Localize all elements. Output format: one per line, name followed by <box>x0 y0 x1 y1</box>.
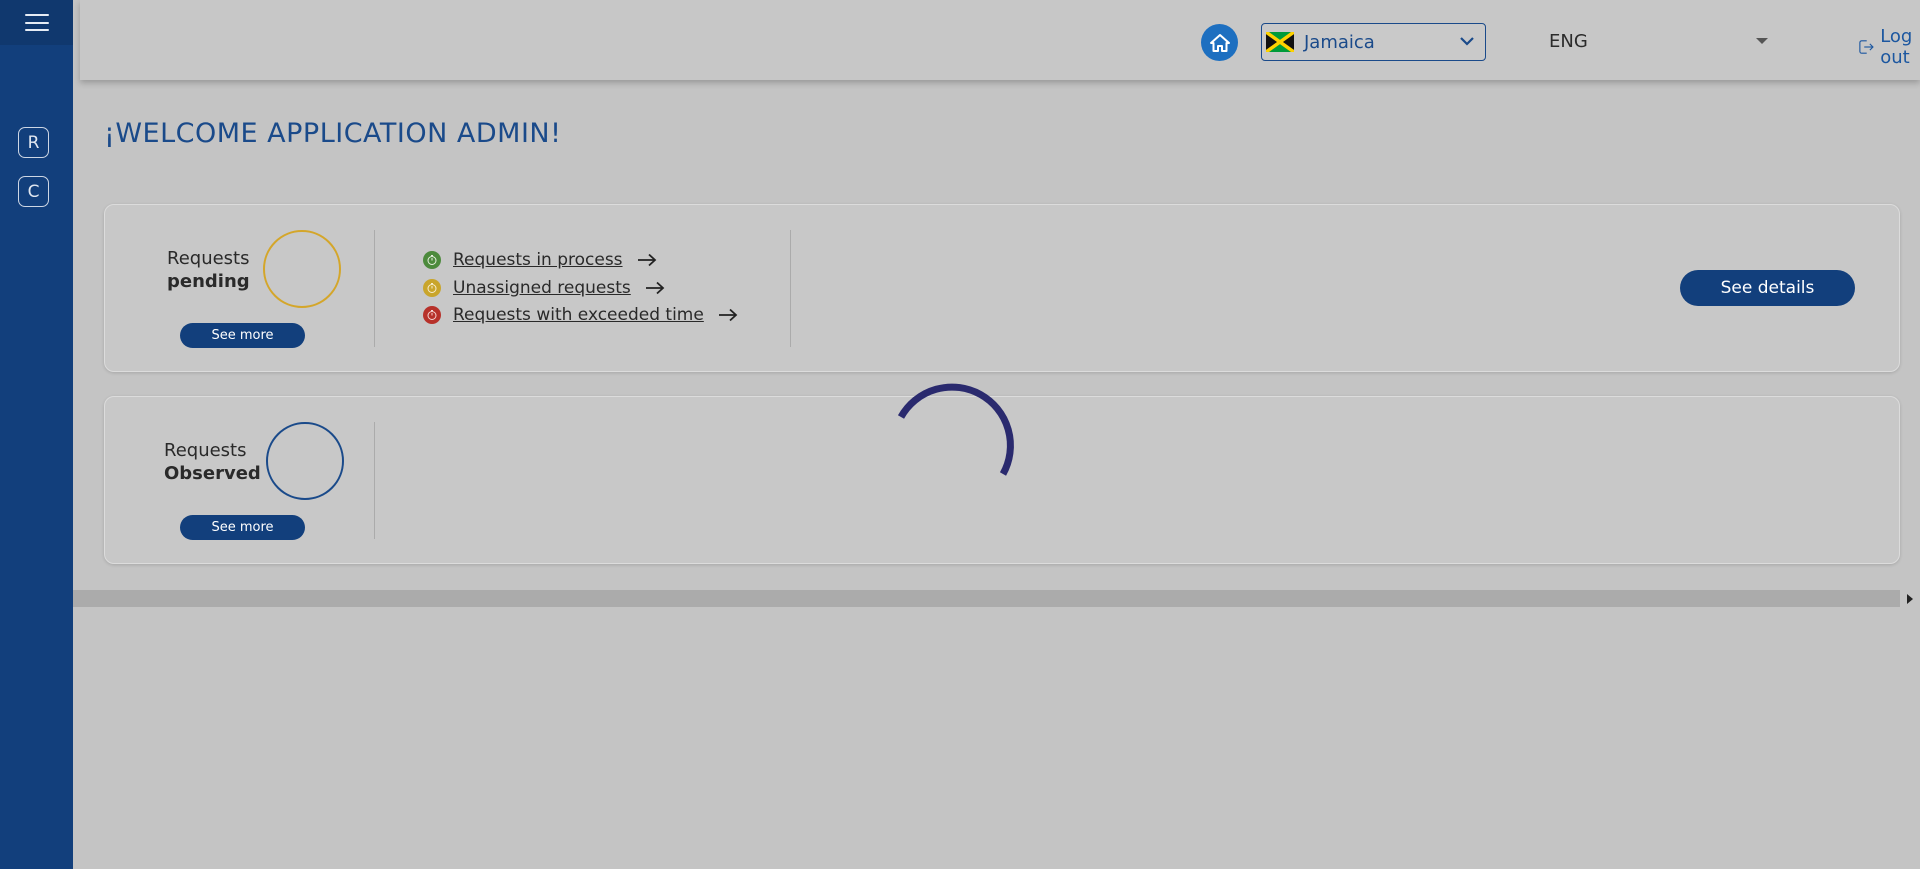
pending-see-more-button[interactable]: See more <box>180 323 305 348</box>
divider <box>374 230 375 347</box>
triangle-right-icon <box>1907 593 1913 604</box>
link-requests-exceeded-time[interactable]: Requests with exceeded time <box>423 305 738 325</box>
clock-icon <box>423 251 441 269</box>
sidebar-item-c[interactable]: C <box>18 176 49 207</box>
arrow-right-icon <box>645 281 665 295</box>
observed-label-top: Requests <box>164 440 247 461</box>
link-label: Requests with exceeded time <box>453 305 704 325</box>
scroll-right-button[interactable] <box>1900 590 1920 607</box>
home-icon <box>1209 33 1230 52</box>
sidebar-item-r[interactable]: R <box>18 127 49 158</box>
horizontal-scrollbar[interactable] <box>73 590 1920 607</box>
logout-label: Log out <box>1880 26 1913 68</box>
pending-label-top: Requests <box>167 248 250 269</box>
observed-label-bold: Observed <box>164 463 261 484</box>
arrow-right-icon <box>718 308 738 322</box>
see-details-button[interactable]: See details <box>1680 270 1855 306</box>
link-label: Requests in process <box>453 250 623 270</box>
observed-count-ring <box>266 422 344 500</box>
hamburger-menu-button[interactable] <box>0 0 73 45</box>
link-requests-in-process[interactable]: Requests in process <box>423 250 657 270</box>
link-label: Unassigned requests <box>453 278 631 298</box>
language-caret-icon[interactable] <box>1756 38 1768 44</box>
divider <box>790 230 791 347</box>
country-select[interactable]: Jamaica <box>1261 23 1486 61</box>
chevron-down-icon <box>1460 37 1474 46</box>
language-value[interactable]: ENG <box>1549 31 1588 52</box>
link-unassigned-requests[interactable]: Unassigned requests <box>423 278 665 298</box>
pending-requests-card: Requests pending See more Requests in pr… <box>104 204 1900 372</box>
observed-label: Requests Observed <box>164 440 261 484</box>
clock-icon <box>423 306 441 324</box>
hamburger-icon <box>24 14 49 31</box>
country-value: Jamaica <box>1304 31 1375 53</box>
observed-see-more-button[interactable]: See more <box>180 515 305 540</box>
divider <box>374 422 375 539</box>
loading-spinner-icon <box>897 383 1014 476</box>
page-title: ¡WELCOME APPLICATION ADMIN! <box>104 118 562 149</box>
logout-icon <box>1859 40 1874 54</box>
pending-count-ring <box>263 230 341 308</box>
sidebar: R C <box>0 0 73 869</box>
logout-button[interactable]: Log out <box>1858 26 1920 68</box>
pending-label: Requests pending <box>167 248 250 292</box>
jamaica-flag-icon <box>1266 32 1294 52</box>
top-header: Jamaica ENG Log out <box>80 0 1920 80</box>
clock-icon <box>423 279 441 297</box>
home-button[interactable] <box>1201 24 1238 61</box>
arrow-right-icon <box>637 253 656 267</box>
pending-label-bold: pending <box>167 271 250 292</box>
